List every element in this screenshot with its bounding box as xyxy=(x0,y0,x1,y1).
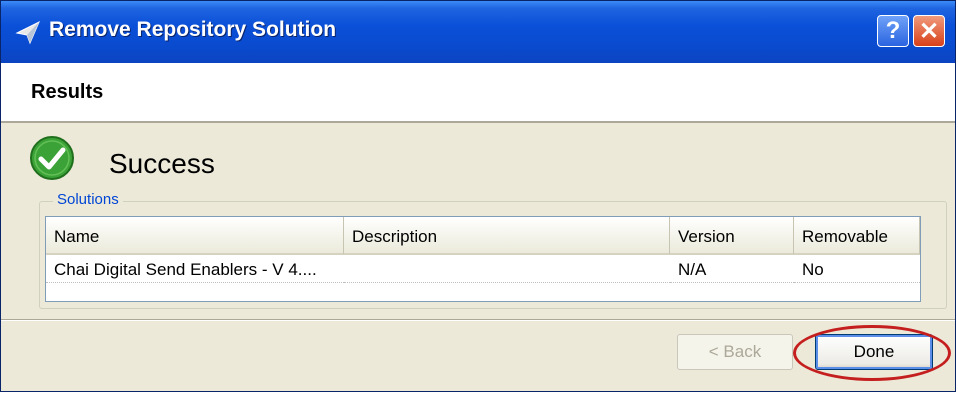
help-button[interactable]: ? xyxy=(877,15,909,47)
title-bar[interactable]: Remove Repository Solution ? ✕ xyxy=(1,1,955,64)
cell-description xyxy=(344,257,670,283)
cell-version: N/A xyxy=(670,257,794,283)
window-title: Remove Repository Solution xyxy=(49,18,337,41)
back-button[interactable]: < Back xyxy=(677,334,793,370)
solutions-list[interactable]: Name Description Version Removable Chai … xyxy=(45,216,921,302)
solutions-legend: Solutions xyxy=(53,191,123,208)
cell-name: Chai Digital Send Enablers - V 4.... xyxy=(46,257,344,283)
footer-divider xyxy=(1,319,955,321)
column-header-removable[interactable]: Removable xyxy=(794,217,920,255)
column-header-name[interactable]: Name xyxy=(46,217,344,255)
status-text: Success xyxy=(109,148,215,179)
results-header: Results xyxy=(1,63,955,123)
close-button[interactable]: ✕ xyxy=(913,15,945,47)
paper-plane-icon xyxy=(15,20,40,45)
done-button[interactable]: Done xyxy=(815,334,933,370)
column-header-description[interactable]: Description xyxy=(344,217,670,255)
remove-repository-dialog: Remove Repository Solution ? ✕ Results S… xyxy=(0,0,956,392)
column-header-version[interactable]: Version xyxy=(670,217,794,255)
page-title: Results xyxy=(31,81,104,103)
cell-removable: No xyxy=(794,257,920,283)
check-circle-icon xyxy=(30,136,74,180)
